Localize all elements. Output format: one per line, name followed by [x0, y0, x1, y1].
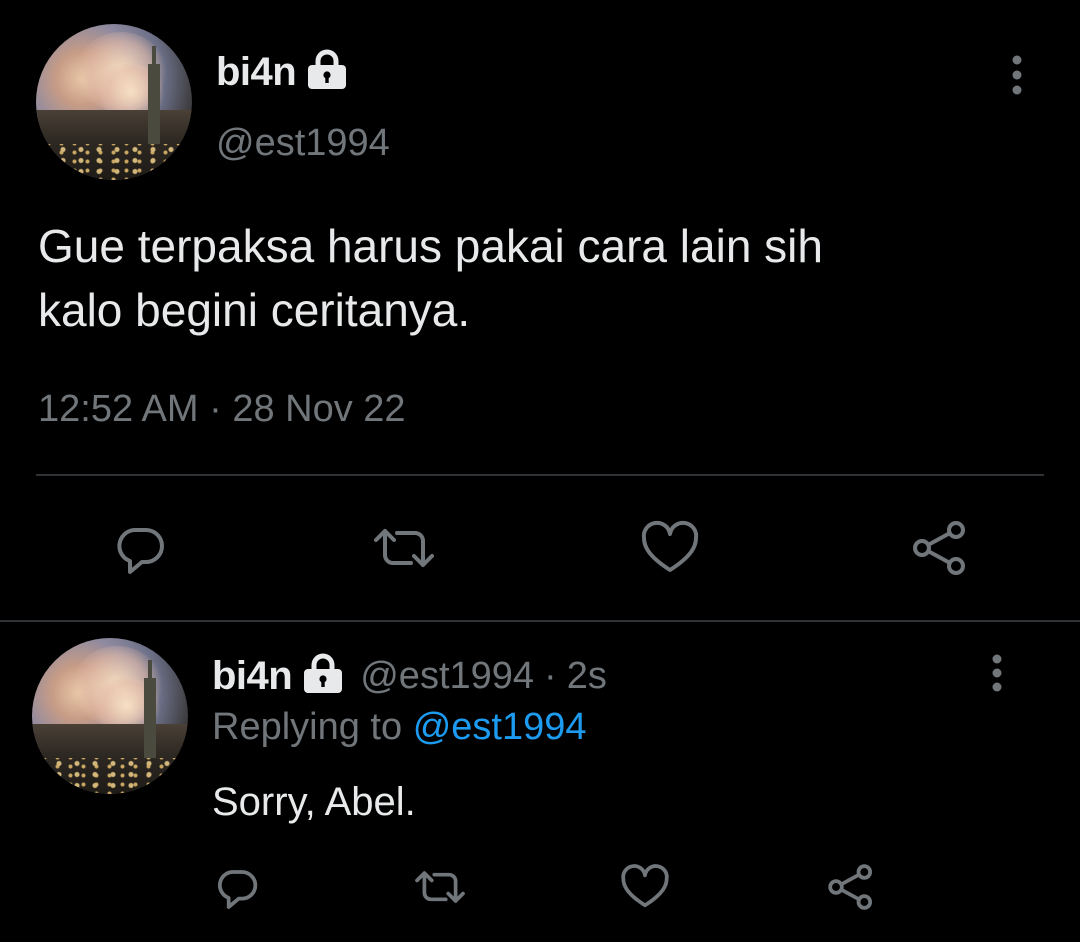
reply-icon[interactable]	[212, 862, 262, 912]
tweet-separator	[0, 620, 1080, 622]
reply-icon[interactable]	[110, 518, 170, 578]
replying-to: Replying to @est1994	[212, 706, 587, 749]
avatar[interactable]	[32, 638, 188, 794]
replying-to-prefix: Replying to	[212, 706, 403, 748]
reply-header: bi4n @est1994 · 2s	[212, 650, 607, 702]
tweet-text-line: kalo begini ceritanya.	[38, 284, 471, 336]
replying-to-link[interactable]: @est1994	[413, 706, 587, 748]
more-vertical-icon[interactable]	[980, 654, 1014, 694]
avatar[interactable]	[36, 24, 192, 180]
display-name[interactable]: bi4n	[216, 50, 297, 95]
lock-icon	[304, 48, 350, 97]
more-vertical-icon[interactable]	[1000, 54, 1034, 96]
time-ago[interactable]: 2s	[567, 655, 607, 698]
display-name[interactable]: bi4n	[212, 654, 293, 699]
tweet-text: Gue terpaksa harus pakai cara lain sih k…	[38, 214, 823, 342]
handle[interactable]: @est1994	[360, 655, 534, 698]
handle[interactable]: @est1994	[216, 122, 390, 165]
tweet-text-line: Gue terpaksa harus pakai cara lain sih	[38, 220, 823, 272]
heart-icon[interactable]	[638, 518, 702, 578]
retweet-icon[interactable]	[410, 864, 470, 910]
share-icon[interactable]	[908, 518, 972, 578]
lock-icon	[300, 652, 346, 701]
divider	[36, 474, 1044, 476]
share-icon[interactable]	[824, 862, 878, 912]
separator-dot: ·	[544, 654, 557, 697]
timestamp[interactable]: 12:52 AM · 28 Nov 22	[38, 388, 406, 431]
heart-icon[interactable]	[618, 862, 672, 912]
retweet-icon[interactable]	[368, 520, 440, 576]
reply-text: Sorry, Abel.	[212, 780, 416, 824]
